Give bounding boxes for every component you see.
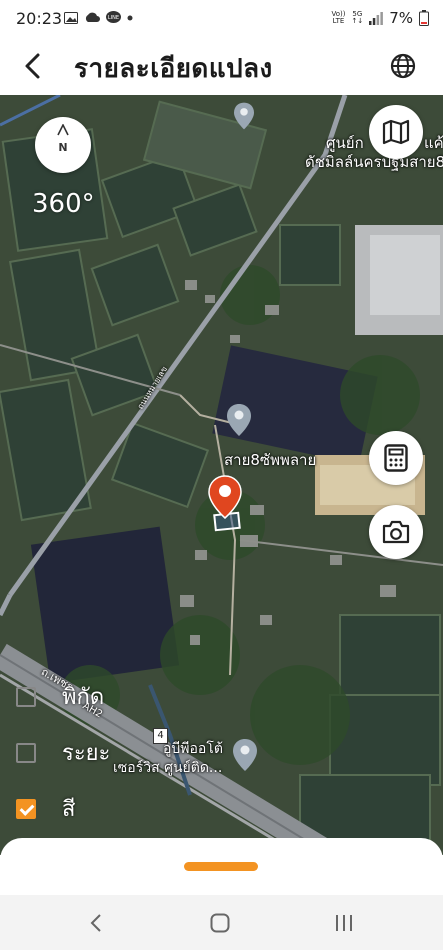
poi-label-supply: สาย8ซัพพลาย <box>224 451 317 469</box>
svg-text:LINE: LINE <box>108 15 119 21</box>
system-nav-bar <box>0 895 443 950</box>
system-icons: Vo)) LTE 5G ↑↓ 7% <box>331 9 429 27</box>
volte-indicator: Vo)) LTE <box>331 11 345 25</box>
compass-north-label: N <box>58 141 68 154</box>
coordinates-checkbox[interactable] <box>16 686 36 707</box>
poi-label-auto-2: เซอร์วิส ศูนย์ติด... <box>113 760 223 776</box>
poi-label-dairy-2: ดัชมิลล์นครปฐมสาย8 <box>305 153 443 171</box>
camera-button[interactable] <box>369 505 423 559</box>
network-arrows: ↑↓ <box>351 17 364 25</box>
distance-label: ระยะ <box>62 741 111 766</box>
layer-toggle-color[interactable]: สี <box>16 791 75 826</box>
nav-back-icon[interactable] <box>88 913 104 933</box>
compass-arrow-icon <box>57 124 69 136</box>
layer-toggle-coordinates[interactable]: พิกัด <box>16 679 104 714</box>
poi-pin-icon[interactable] <box>233 739 257 771</box>
color-checkbox[interactable] <box>16 798 36 819</box>
coordinates-label: พิกัด <box>62 685 105 710</box>
signal-icon <box>369 11 384 25</box>
dot-icon <box>127 15 133 20</box>
calculator-icon <box>384 444 408 472</box>
nav-home-icon[interactable] <box>210 913 230 933</box>
map-layer-button[interactable] <box>369 105 423 159</box>
satellite-map[interactable]: ศูนย์ก แค้ ดัชมิลล์นครปฐมสาย8 สาย8ซัพพลา… <box>0 95 443 855</box>
back-arrow-icon[interactable] <box>18 50 50 82</box>
layer-toggle-distance[interactable]: ระยะ <box>16 735 110 770</box>
distance-checkbox[interactable] <box>16 742 36 763</box>
poi-pin-icon[interactable] <box>234 102 254 130</box>
nav-recents-icon[interactable] <box>334 913 354 933</box>
page-title: รายละเอียดแปลง <box>74 54 273 84</box>
calculator-button[interactable] <box>369 431 423 485</box>
location-pin-icon[interactable] <box>208 475 242 519</box>
sheet-drag-handle[interactable] <box>184 862 258 871</box>
notification-icons: LINE <box>64 11 133 24</box>
color-label: สี <box>62 797 76 822</box>
bottom-sheet[interactable] <box>0 838 443 898</box>
camera-icon <box>382 520 410 544</box>
status-bar: 20:23 LINE Vo)) LTE 5G ↑↓ 7% <box>0 0 443 38</box>
map-icon <box>382 119 410 145</box>
rotation-readout: 360° <box>32 189 95 219</box>
battery-text: 7% <box>389 9 413 27</box>
gallery-icon <box>64 11 78 24</box>
cloud-icon <box>85 12 100 22</box>
network-indicator: 5G ↑↓ <box>351 11 363 25</box>
line-app-icon: LINE <box>106 11 121 23</box>
compass-button[interactable]: N <box>35 117 91 173</box>
globe-icon[interactable] <box>389 52 417 80</box>
poi-pin-icon[interactable] <box>227 404 251 436</box>
app-header: รายละเอียดแปลง <box>0 38 443 95</box>
status-time: 20:23 <box>16 9 63 28</box>
volte-bottom: LTE <box>332 17 345 25</box>
battery-icon <box>419 10 429 26</box>
